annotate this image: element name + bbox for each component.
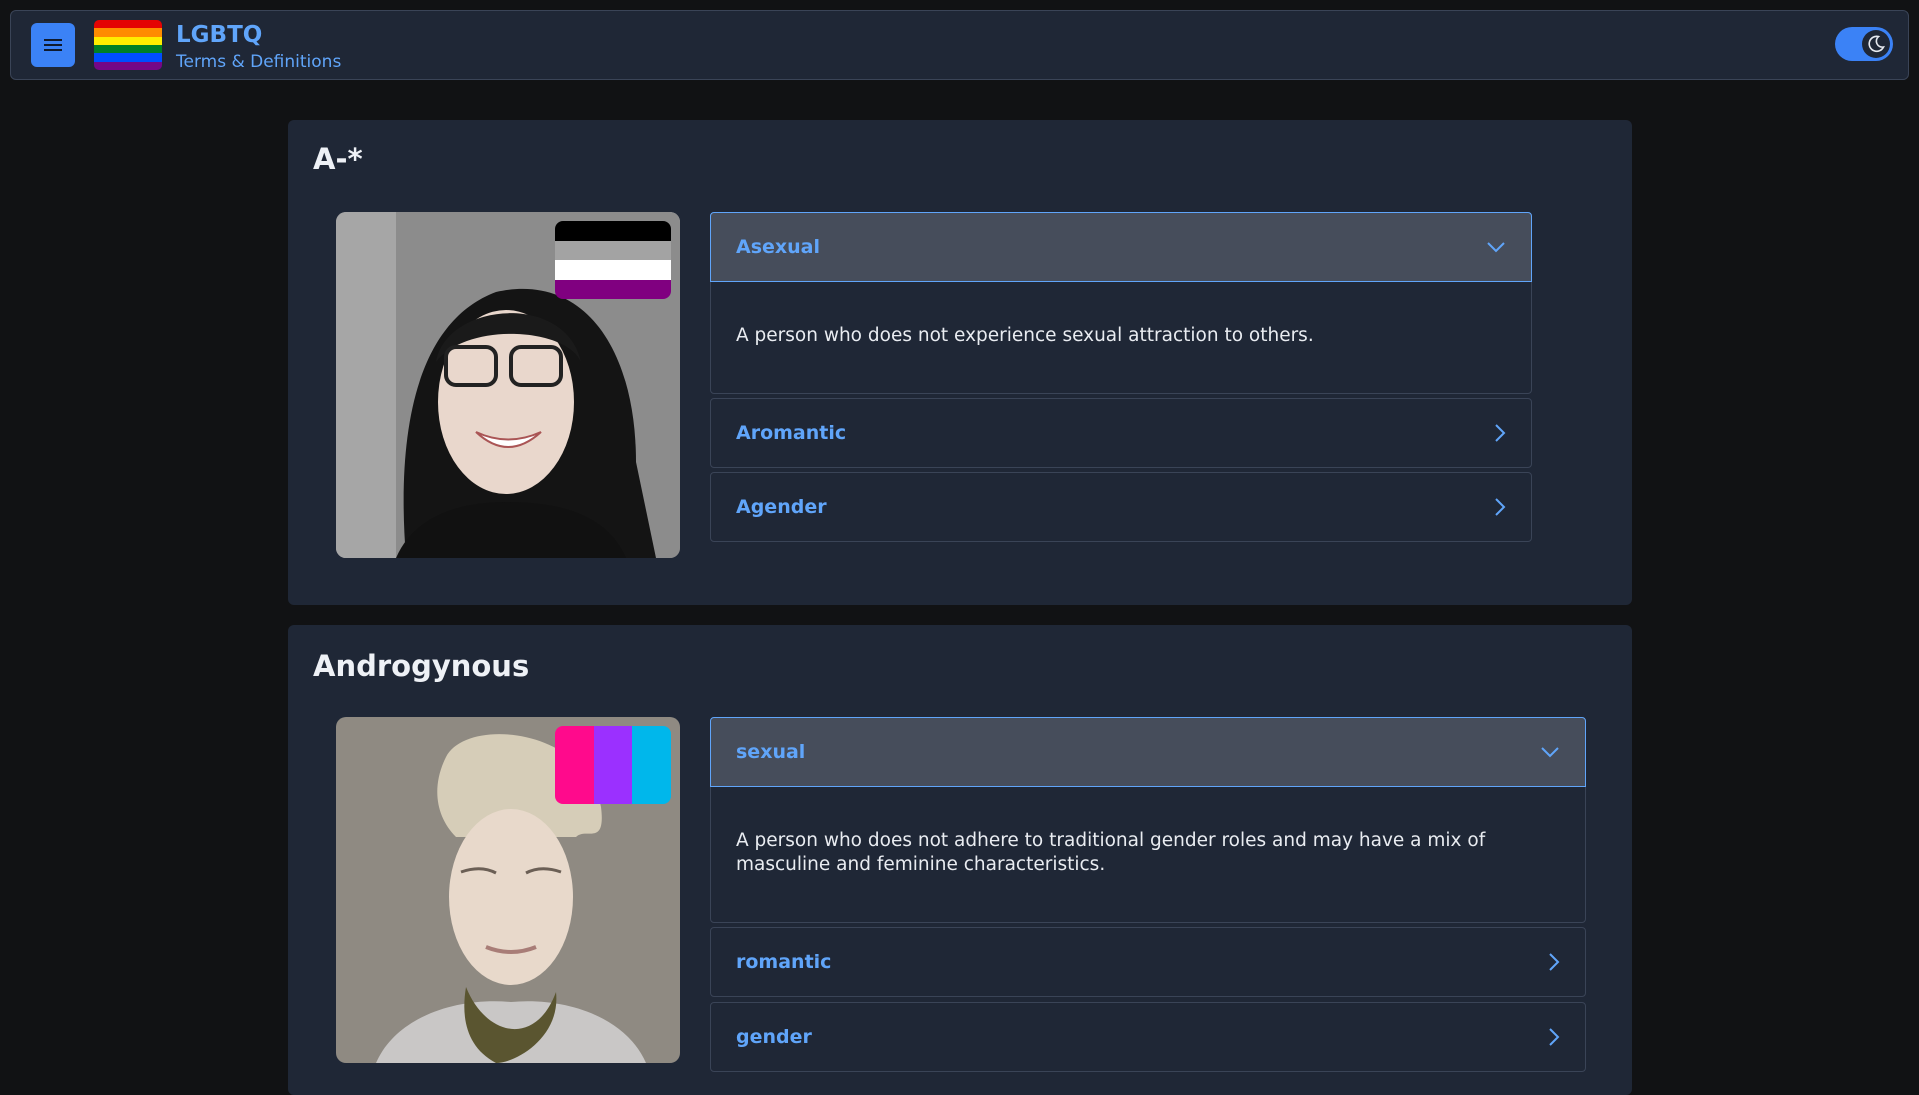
top-navbar: LGBTQ Terms & Definitions [10, 10, 1909, 80]
accordion-label: sexual [736, 741, 806, 763]
hamburger-menu-icon [43, 37, 63, 53]
accordion-item-romantic: romantic [710, 927, 1586, 997]
chevron-right-icon [1494, 423, 1506, 443]
accordion-item-asexual: Asexual A person who does not experience… [710, 212, 1532, 394]
accordion-label: Asexual [736, 236, 821, 258]
term-card-androgynous: Androgynous sexual A person who does not… [288, 625, 1632, 1095]
accordion-definition: A person who does not experience sexual … [736, 325, 1314, 346]
menu-button[interactable] [31, 23, 75, 67]
section-title: A-* [313, 142, 363, 176]
chevron-right-icon [1548, 952, 1560, 972]
accordion-header-agender[interactable]: Agender [711, 473, 1531, 541]
profile-photo [336, 212, 680, 558]
term-card-a: A-* Asexual A person who does not experi… [288, 120, 1632, 605]
androgynous-flag [555, 726, 671, 804]
profile-photo [336, 717, 680, 1063]
accordion-item-aromantic: Aromantic [710, 398, 1532, 468]
app-title: LGBTQ [176, 22, 263, 48]
accordion-header-romantic[interactable]: romantic [711, 928, 1585, 996]
chevron-down-icon [1540, 746, 1560, 758]
dark-mode-toggle[interactable] [1835, 27, 1893, 61]
accordion-header-gender[interactable]: gender [711, 1003, 1585, 1071]
accordion-header-aromantic[interactable]: Aromantic [711, 399, 1531, 467]
accordion-item-sexual: sexual A person who does not adhere to t… [710, 717, 1586, 923]
section-title: Androgynous [313, 649, 530, 683]
chevron-right-icon [1548, 1027, 1560, 1047]
accordion-item-gender: gender [710, 1002, 1586, 1072]
accordion-header-sexual[interactable]: sexual [710, 717, 1586, 787]
pride-flag-logo [94, 20, 162, 70]
chevron-down-icon [1486, 241, 1506, 253]
toggle-knob [1862, 30, 1890, 58]
accordion-label: romantic [736, 951, 832, 973]
accordion-label: Agender [736, 496, 827, 518]
accordion-label: gender [736, 1026, 812, 1048]
app-subtitle: Terms & Definitions [176, 52, 342, 72]
accordion-header-asexual[interactable]: Asexual [710, 212, 1532, 282]
accordion-item-agender: Agender [710, 472, 1532, 542]
moon-icon [1866, 34, 1886, 54]
accordion-definition: A person who does not adhere to traditio… [736, 830, 1486, 875]
accordion-label: Aromantic [736, 422, 847, 444]
asexual-flag [555, 221, 671, 299]
chevron-right-icon [1494, 497, 1506, 517]
